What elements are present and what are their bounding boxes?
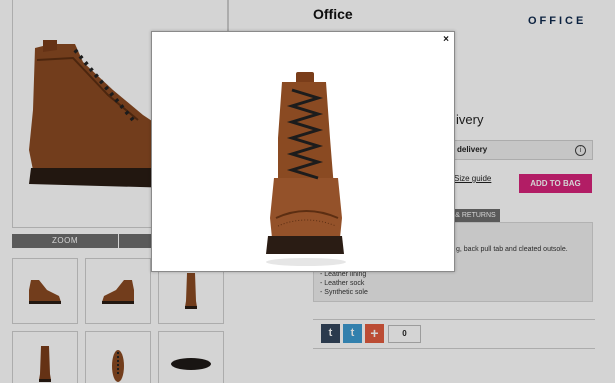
close-icon[interactable]: × [443, 34, 449, 45]
boot-front-image-svg [266, 72, 346, 266]
boot-front-view-image [252, 68, 356, 274]
image-zoom-modal: × [151, 31, 455, 272]
